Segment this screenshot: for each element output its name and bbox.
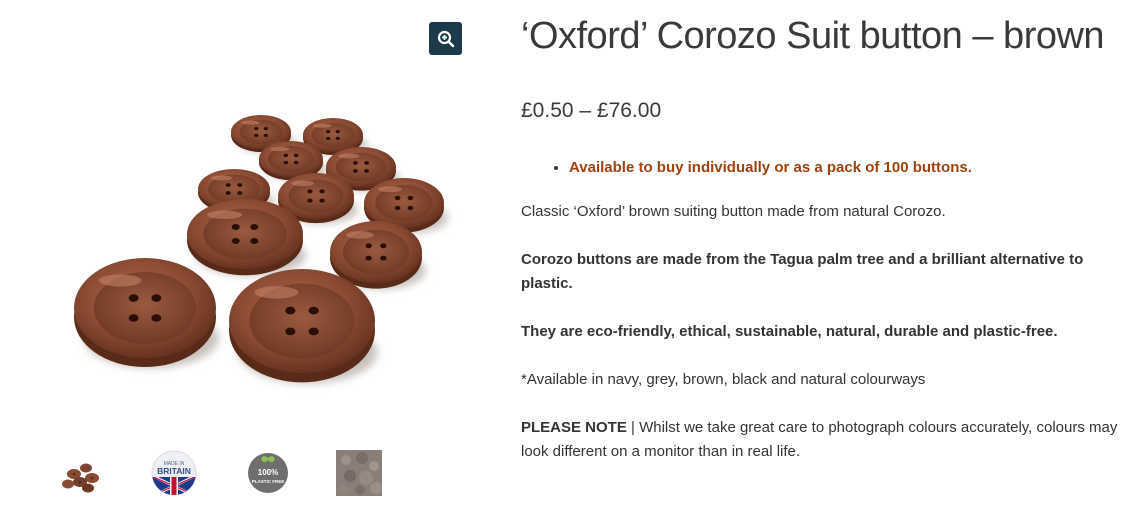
thumbnail-texture-photo[interactable] bbox=[336, 448, 384, 498]
thumbnail-plastic-free[interactable]: 100% PLASTIC FREE bbox=[246, 448, 294, 498]
svg-text:100%: 100% bbox=[258, 468, 278, 477]
description-paragraph-1: Classic ‘Oxford’ brown suiting button ma… bbox=[521, 203, 946, 220]
main-product-image[interactable] bbox=[58, 10, 470, 442]
magnify-plus-icon bbox=[437, 30, 454, 47]
note-paragraph: PLEASE NOTE | Whilst we take great care … bbox=[521, 416, 1121, 464]
product-page: MADE IN BRITAIN 100% PLASTIC FREE ‘Oxfor… bbox=[0, 0, 1140, 524]
product-title: ‘Oxford’ Corozo Suit button – brown bbox=[521, 15, 1105, 57]
description-paragraph-3: They are eco-friendly, ethical, sustaina… bbox=[521, 323, 1058, 340]
svg-text:PLASTIC FREE: PLASTIC FREE bbox=[252, 479, 285, 484]
thumbnail-buttons-photo[interactable] bbox=[58, 448, 106, 498]
description-paragraph-4: *Available in navy, grey, brown, black a… bbox=[521, 371, 926, 388]
thumbnail-strip: MADE IN BRITAIN 100% PLASTIC FREE bbox=[58, 448, 398, 500]
product-price: £0.50 – £76.00 bbox=[521, 99, 662, 122]
product-description: Available to buy individually or as a pa… bbox=[521, 156, 1121, 464]
zoom-button[interactable] bbox=[429, 22, 462, 55]
photo-button-8 bbox=[187, 199, 303, 276]
product-gallery bbox=[58, 10, 470, 450]
product-summary: ‘Oxford’ Corozo Suit button – brown £0.5… bbox=[521, 12, 1121, 488]
feature-bullet: Available to buy individually or as a pa… bbox=[569, 156, 1121, 180]
thumbnail-made-in-britain[interactable]: MADE IN BRITAIN bbox=[150, 448, 198, 498]
photo-button-11 bbox=[229, 269, 375, 383]
description-paragraph-2: Corozo buttons are made from the Tagua p… bbox=[521, 251, 1084, 292]
photo-button-10 bbox=[74, 258, 216, 367]
note-label: PLEASE NOTE bbox=[521, 419, 627, 436]
feature-list: Available to buy individually or as a pa… bbox=[569, 156, 1121, 180]
svg-text:BRITAIN: BRITAIN bbox=[157, 466, 191, 476]
